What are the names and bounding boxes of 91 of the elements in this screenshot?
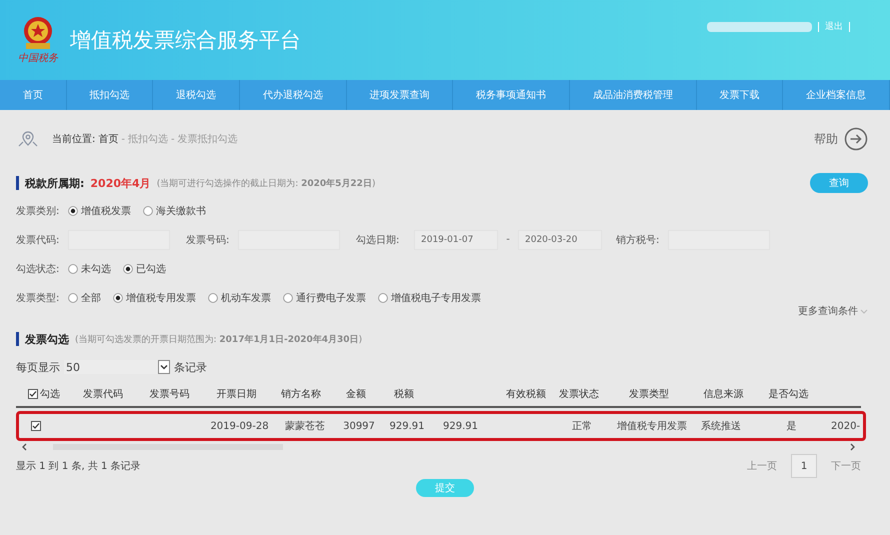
map-pin-icon <box>18 130 38 148</box>
radio-label[interactable]: 已勾选 <box>136 262 166 276</box>
platform-title: 增值税发票综合服务平台 <box>70 27 301 54</box>
record-summary: 显示 1 到 1 条, 共 1 条记录 <box>16 460 141 473</box>
page-number[interactable]: 1 <box>791 454 817 478</box>
column-header: 发票类型 <box>628 388 670 401</box>
nav-tab[interactable]: 发票下载 <box>696 80 784 110</box>
breadcrumb-link[interactable]: 发票抵扣勾选 <box>178 132 238 146</box>
page-size-label: 每页显示 <box>16 360 60 374</box>
table-cell: 2020- <box>831 420 860 432</box>
column-header: 是否勾选 <box>768 388 810 401</box>
nav-tab[interactable]: 代办退税勾选 <box>240 80 347 110</box>
radio-button[interactable] <box>68 206 78 216</box>
column-header: 勾选 <box>40 388 60 401</box>
table-cell: 是 <box>786 421 796 432</box>
period-value: 2020年4月 <box>90 176 151 190</box>
more-conditions-link[interactable]: 更多查询条件 <box>798 304 858 318</box>
column-header: 销方名称 <box>280 388 322 401</box>
column-header: 有效税额 <box>505 388 546 401</box>
column-header: 发票号码 <box>148 388 190 401</box>
nav-tab[interactable]: 税务事项通知书 <box>453 80 570 110</box>
table-cell: 2019-09-28 <box>210 420 269 432</box>
end-date-field[interactable]: 2020-03-20 <box>518 230 602 250</box>
table-cell: 929.91 <box>443 420 478 432</box>
field-label: 发票类别: <box>16 204 60 218</box>
date-range-note: (当期可勾选发票的开票日期范围为: 2017年1月1日-2020年4月30日) <box>75 334 362 346</box>
field-label: 勾选日期: <box>356 234 400 246</box>
scroll-right-icon[interactable] <box>850 443 855 451</box>
field-label: 销方税号: <box>616 234 660 246</box>
start-date-field[interactable]: 2019-01-07 <box>414 230 498 250</box>
breadcrumb-link[interactable]: 抵扣勾选 <box>128 132 168 146</box>
nav-tab[interactable]: 企业档案信息 <box>783 80 890 110</box>
radio-button[interactable] <box>378 292 388 302</box>
table-cell: 蒙蒙苍苍 <box>285 421 325 432</box>
page-size-dropdown[interactable]: 50 <box>64 360 170 374</box>
date-separator: - <box>505 234 511 245</box>
nav-tab[interactable]: 成品油消费税管理 <box>570 80 697 110</box>
query-button[interactable]: 查询 <box>810 173 868 193</box>
table-cell: 增值税专用发票 <box>617 421 687 432</box>
field-label: 发票号码: <box>186 234 230 246</box>
column-header: 信息来源 <box>702 388 744 401</box>
select-all-checkbox[interactable] <box>28 389 38 399</box>
breadcrumb-separator: - <box>170 134 175 144</box>
radio-button[interactable] <box>283 292 293 302</box>
nav-tab[interactable]: 退税勾选 <box>153 80 240 110</box>
scroll-left-icon[interactable] <box>22 443 27 451</box>
breadcrumb-separator: - <box>121 134 125 144</box>
section-title: 税款所属期: <box>25 176 84 190</box>
radio-label[interactable]: 未勾选 <box>81 262 111 276</box>
field-label: 发票代码: <box>16 234 60 246</box>
section-title: 发票勾选 <box>25 332 69 346</box>
radio-button[interactable] <box>123 264 133 274</box>
radio-button[interactable] <box>143 206 153 216</box>
radio-label[interactable]: 海关缴款书 <box>156 204 206 218</box>
chevron-down-icon[interactable] <box>860 309 868 314</box>
radio-label[interactable]: 增值税专用发票 <box>126 290 196 304</box>
breadcrumb-label: 当前位置: <box>52 132 96 146</box>
next-page-link[interactable]: 下一页 <box>831 459 861 473</box>
table-cell: 系统推送 <box>701 421 741 432</box>
radio-button[interactable] <box>68 264 78 274</box>
table-cell: 929.91 <box>390 420 424 432</box>
previous-page-link[interactable]: 上一页 <box>747 459 777 473</box>
table-row[interactable]: 2019-09-28 蒙蒙苍苍 30997 929.91 929.91 正常 增值税专用发票 系统推送 是 2020- <box>16 411 866 441</box>
column-header: 税额 <box>393 388 415 401</box>
column-header: 发票状态 <box>558 388 600 401</box>
nav-tab[interactable]: 首页 <box>0 80 67 110</box>
nav-tab[interactable]: 进项发票查询 <box>346 80 454 110</box>
breadcrumb-link[interactable]: 首页 <box>98 132 118 146</box>
radio-label[interactable]: 全部 <box>81 290 101 304</box>
deadline-note: (当期可进行勾选操作的截止日期为: 2020年5月22日) <box>156 178 376 190</box>
column-header: 开票日期 <box>216 388 258 401</box>
radio-label[interactable]: 机动车发票 <box>221 290 271 304</box>
radio-label[interactable]: 增值税电子专用发票 <box>391 290 481 304</box>
arrow-right-circle-icon[interactable] <box>844 127 868 151</box>
radio-button[interactable] <box>113 292 123 302</box>
logo-text: 中国税务 <box>18 52 58 65</box>
radio-button[interactable] <box>68 292 78 302</box>
radio-label[interactable]: 增值税发票 <box>81 204 131 218</box>
radio-button[interactable] <box>208 292 218 302</box>
field-label: 发票类型: <box>16 292 60 304</box>
radio-label[interactable]: 通行费电子发票 <box>296 290 366 304</box>
nav-tab[interactable]: 抵扣勾选 <box>66 80 154 110</box>
caret-icon[interactable] <box>158 360 170 374</box>
table-cell: 正常 <box>572 421 592 432</box>
field-label: 勾选状态: <box>16 262 60 276</box>
page-size-suffix: 条记录 <box>174 360 207 374</box>
table-cell: 30997 <box>343 420 375 432</box>
help-link[interactable]: 帮助 <box>814 130 838 148</box>
column-header: 发票代码 <box>82 388 124 401</box>
row-checkbox[interactable] <box>31 421 41 431</box>
column-header: 金额 <box>345 388 367 401</box>
